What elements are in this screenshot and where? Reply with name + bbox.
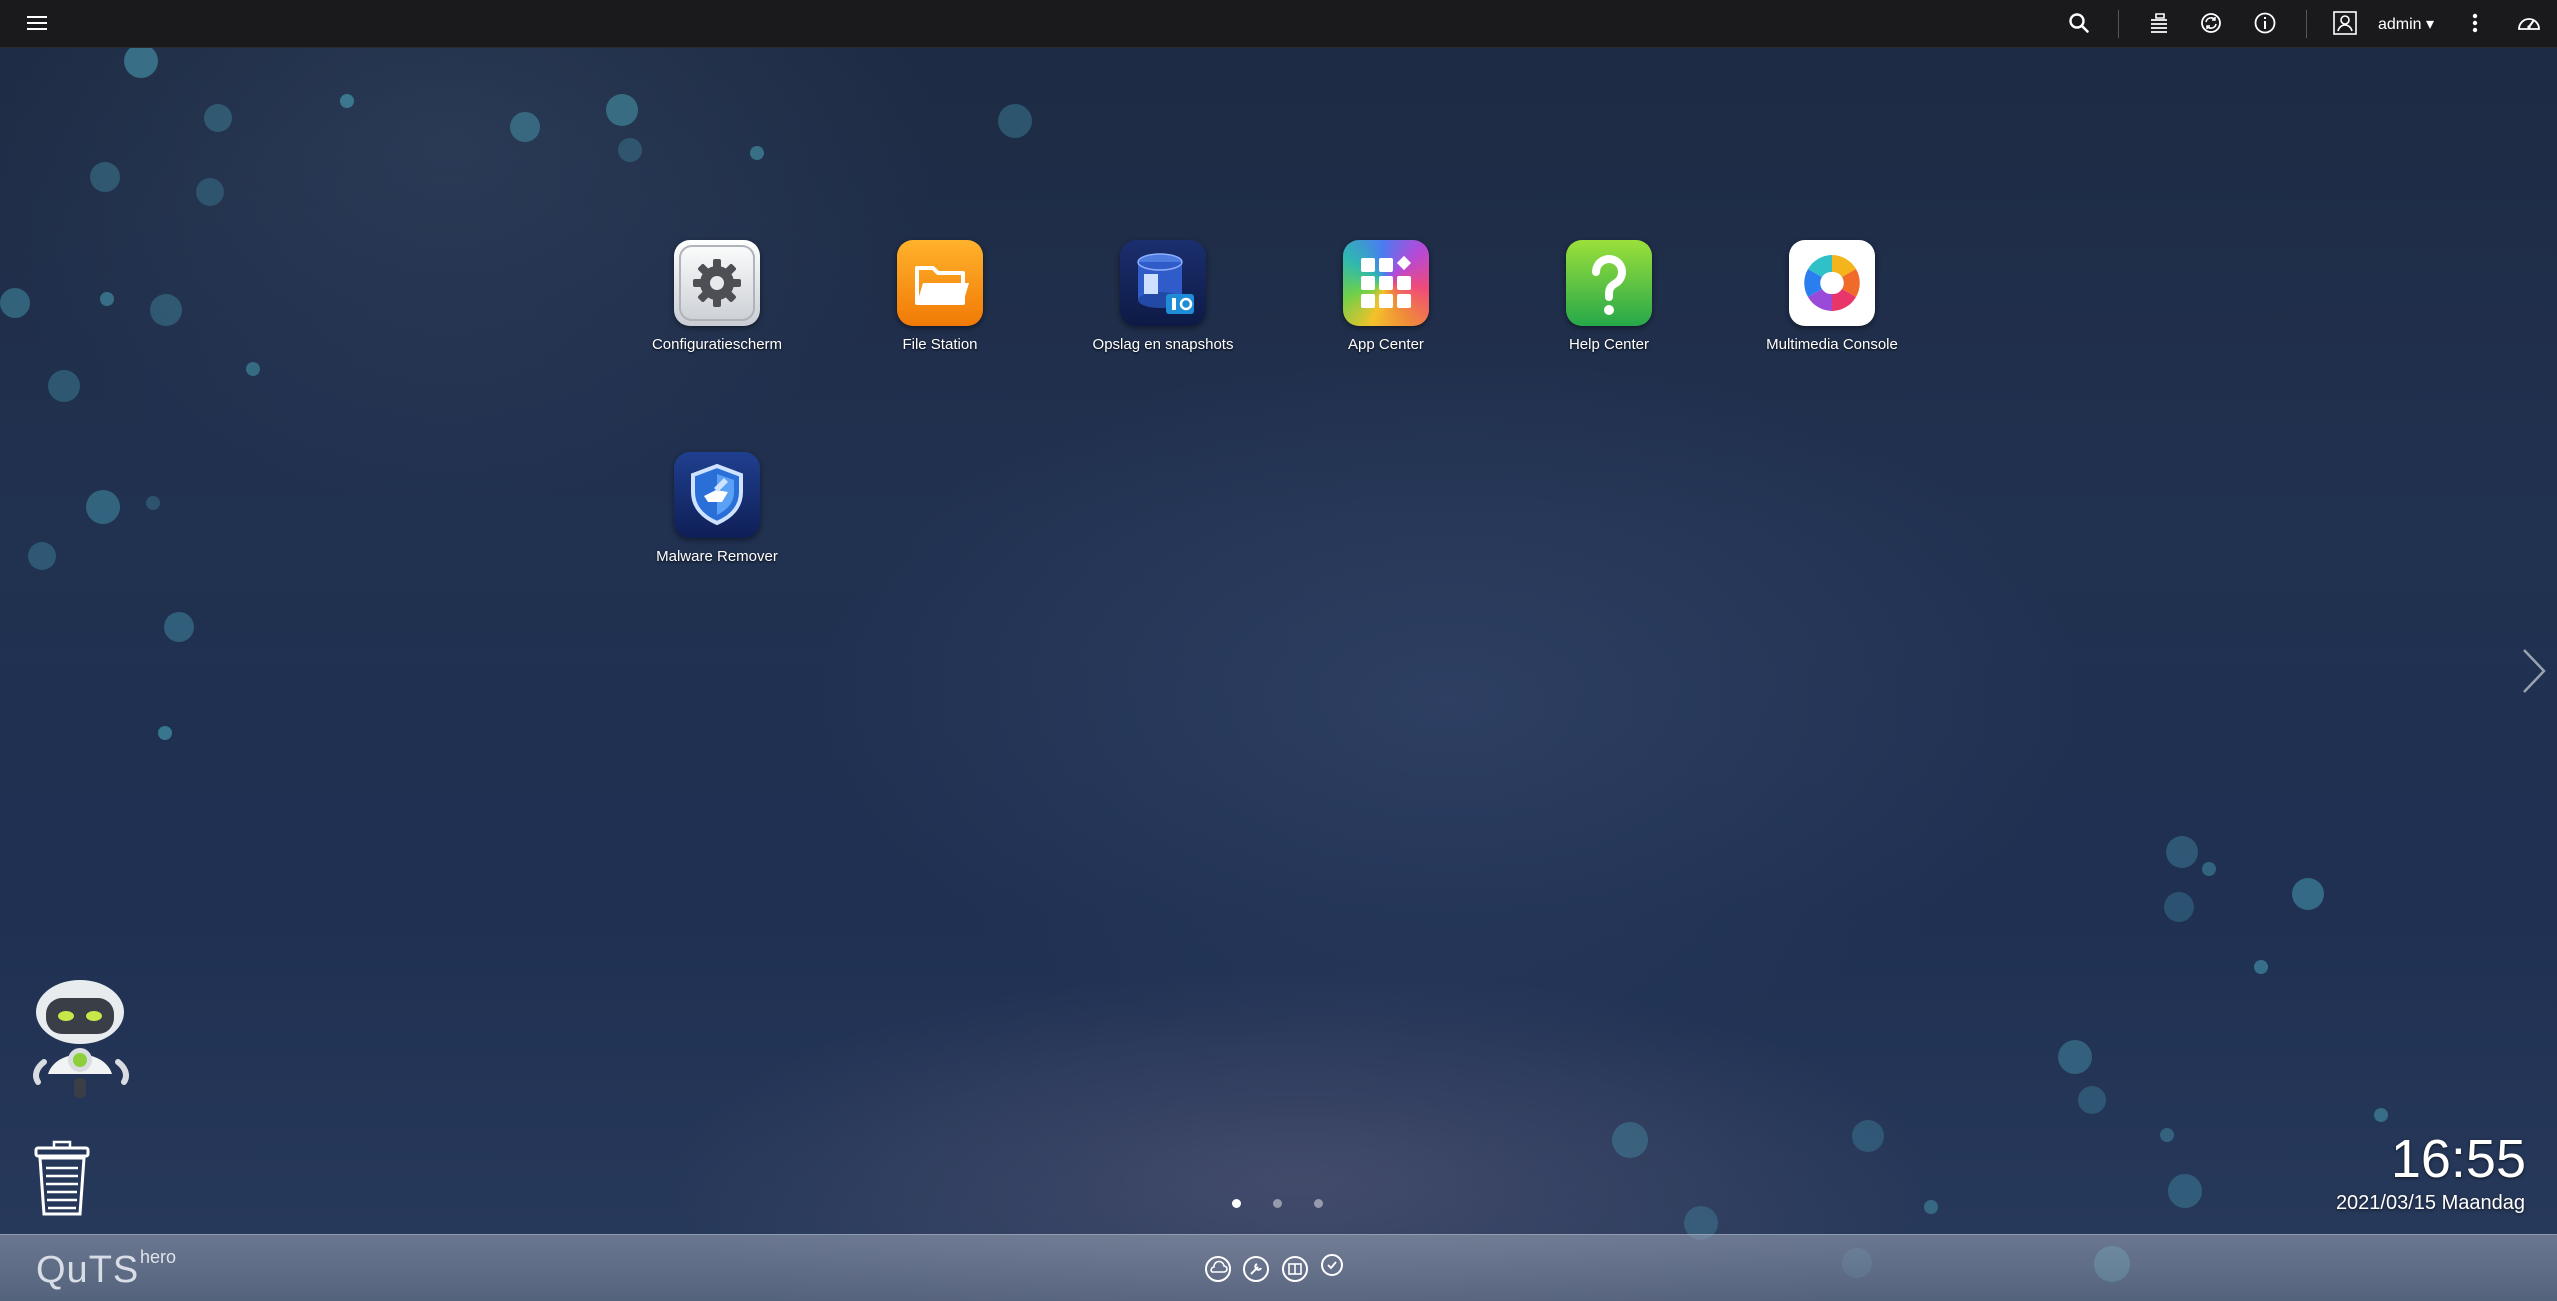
qmanual-dock-icon[interactable] bbox=[1281, 1255, 1309, 1283]
app-help-center[interactable]: Help Center bbox=[1514, 240, 1704, 353]
top-bar: admin ▾ bbox=[0, 0, 2557, 48]
page-dot-3[interactable] bbox=[1314, 1199, 1323, 1208]
multimedia-petal-icon bbox=[1789, 240, 1875, 326]
app-multimedia-console[interactable]: Multimedia Console bbox=[1737, 240, 1927, 353]
app-label: Malware Remover bbox=[656, 548, 778, 565]
app-configuratiescherm[interactable]: Configuratiescherm bbox=[622, 240, 812, 353]
task-stack-icon[interactable] bbox=[2144, 8, 2174, 38]
recycle-bin-icon[interactable] bbox=[30, 1140, 94, 1218]
desktop-background bbox=[0, 0, 2557, 1301]
app-label: App Center bbox=[1348, 336, 1424, 353]
hamburger-menu-icon[interactable] bbox=[22, 8, 52, 38]
app-malware-remover[interactable]: Malware Remover bbox=[622, 452, 812, 565]
tools-dock-icon[interactable] bbox=[1242, 1255, 1270, 1283]
bottom-dock-bar: QuTS hero bbox=[0, 1234, 2557, 1301]
shield-icon bbox=[674, 452, 760, 538]
page-dot-1[interactable] bbox=[1232, 1199, 1241, 1208]
info-icon[interactable] bbox=[2250, 8, 2280, 38]
app-file-station[interactable]: File Station bbox=[845, 240, 1035, 353]
brand-logo: QuTS bbox=[36, 1249, 140, 1291]
dashboard-gauge-icon[interactable] bbox=[2514, 8, 2544, 38]
app-label: Configuratiescherm bbox=[651, 336, 783, 353]
app-grid-icon bbox=[1343, 240, 1429, 326]
storage-snapshot-icon bbox=[1120, 240, 1206, 326]
more-vert-icon[interactable] bbox=[2460, 8, 2490, 38]
folder-icon bbox=[897, 240, 983, 326]
page-dot-2[interactable] bbox=[1273, 1199, 1282, 1208]
app-label: Multimedia Console bbox=[1766, 336, 1898, 353]
cloud-dock-icon[interactable] bbox=[1204, 1255, 1232, 1283]
app-label: Help Center bbox=[1568, 336, 1650, 353]
app-label: File Station bbox=[902, 336, 978, 353]
desktop-pagination bbox=[1224, 1196, 1344, 1212]
app-opslag-en-snapshots[interactable]: Opslag en snapshots bbox=[1068, 240, 1258, 353]
user-menu-button[interactable]: admin ▾ bbox=[2378, 14, 2434, 34]
help-question-icon bbox=[1566, 240, 1652, 326]
settings-gear-icon bbox=[674, 240, 760, 326]
clock-date: 2021/03/15 Maandag bbox=[2335, 1192, 2525, 1214]
brand-logo-sup: hero bbox=[140, 1247, 177, 1267]
user-avatar-icon[interactable] bbox=[2330, 8, 2360, 38]
feedback-dock-icon[interactable] bbox=[1320, 1253, 1344, 1277]
app-label: Opslag en snapshots bbox=[1092, 336, 1234, 353]
app-app-center[interactable]: App Center bbox=[1291, 240, 1481, 353]
next-page-chevron-icon[interactable] bbox=[2518, 646, 2548, 696]
clock-time: 16:55 bbox=[2390, 1129, 2526, 1189]
search-icon[interactable] bbox=[2064, 8, 2094, 38]
sync-icon[interactable] bbox=[2196, 8, 2226, 38]
qnap-robot-assistant-icon[interactable] bbox=[22, 978, 142, 1106]
